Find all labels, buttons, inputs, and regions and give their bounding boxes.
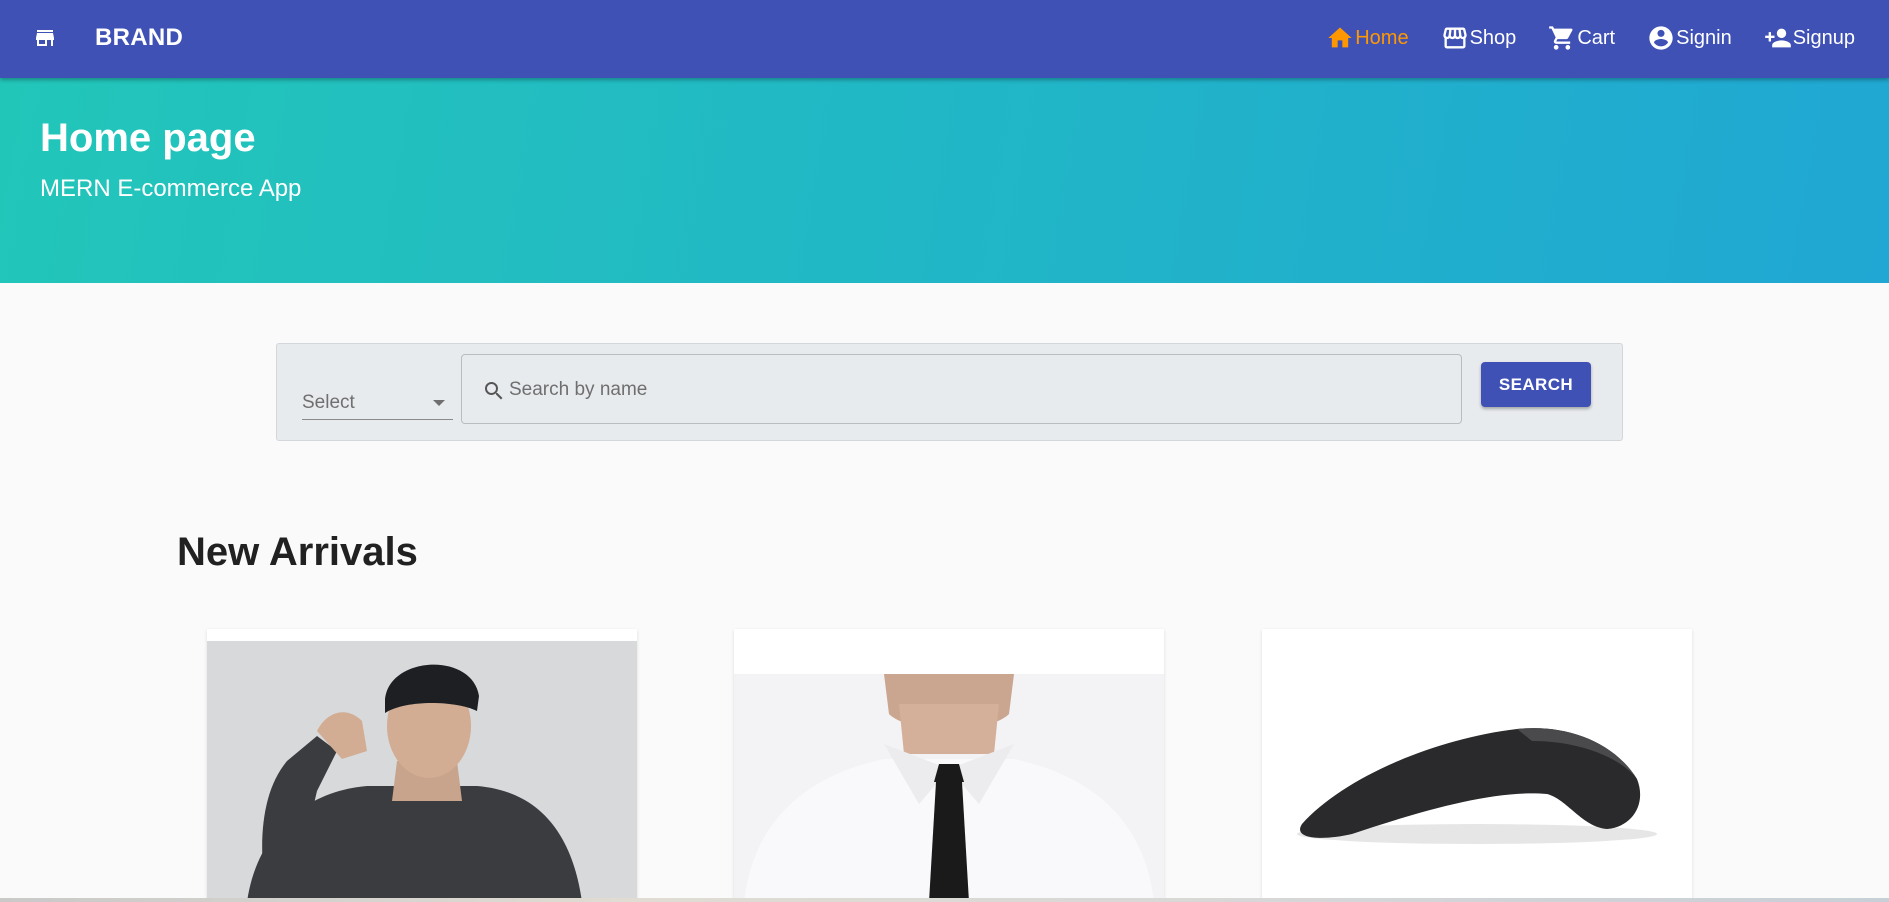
product-photo-shirt-tie bbox=[734, 674, 1164, 902]
search-bar: Select SEARCH bbox=[276, 343, 1623, 441]
section-title: New Arrivals bbox=[177, 530, 418, 574]
storefront-icon bbox=[1442, 27, 1467, 49]
nav-shop-label: Shop bbox=[1469, 26, 1517, 49]
brand-logo[interactable]: BRAND bbox=[95, 24, 183, 52]
search-input[interactable] bbox=[509, 375, 1409, 405]
dropdown-arrow-icon bbox=[433, 400, 445, 406]
product-image[interactable] bbox=[1262, 629, 1692, 902]
nav-signup[interactable]: Signup bbox=[1764, 22, 1855, 54]
hero-banner: Home page MERN E-commerce App bbox=[0, 78, 1889, 283]
nav-home-label: Home bbox=[1355, 26, 1409, 49]
search-button[interactable]: SEARCH bbox=[1481, 362, 1591, 407]
product-photo-mouse bbox=[1262, 629, 1692, 902]
nav-shop[interactable]: Shop bbox=[1441, 22, 1517, 54]
nav-home[interactable]: Home bbox=[1326, 22, 1409, 54]
nav-signin-label: Signin bbox=[1676, 26, 1732, 49]
home-icon bbox=[1328, 27, 1352, 48]
person-add-icon bbox=[1764, 28, 1791, 48]
product-card[interactable] bbox=[1262, 629, 1692, 902]
nav-signin[interactable]: Signin bbox=[1647, 22, 1732, 54]
product-image[interactable] bbox=[734, 674, 1164, 902]
product-card[interactable] bbox=[734, 629, 1164, 902]
cart-icon bbox=[1549, 26, 1573, 50]
category-select-value: Select bbox=[302, 392, 355, 413]
search-icon bbox=[485, 382, 503, 400]
category-select[interactable]: Select bbox=[302, 384, 453, 420]
main-nav: Home Shop Cart Signin Signup bbox=[1294, 22, 1855, 54]
product-image[interactable] bbox=[207, 641, 637, 902]
page-title: Home page bbox=[40, 116, 256, 160]
bottom-divider bbox=[0, 898, 1889, 902]
nav-cart[interactable]: Cart bbox=[1548, 22, 1615, 54]
product-photo-man-cap bbox=[207, 641, 637, 902]
account-circle-icon bbox=[1649, 26, 1673, 50]
nav-cart-label: Cart bbox=[1577, 26, 1616, 49]
page-subtitle: MERN E-commerce App bbox=[40, 175, 302, 202]
nav-signup-label: Signup bbox=[1792, 26, 1855, 49]
store-icon[interactable] bbox=[33, 26, 57, 50]
app-bar: BRAND Home Shop Cart Signin Signup bbox=[0, 0, 1889, 78]
product-card[interactable] bbox=[207, 629, 637, 902]
search-field[interactable] bbox=[461, 354, 1462, 424]
